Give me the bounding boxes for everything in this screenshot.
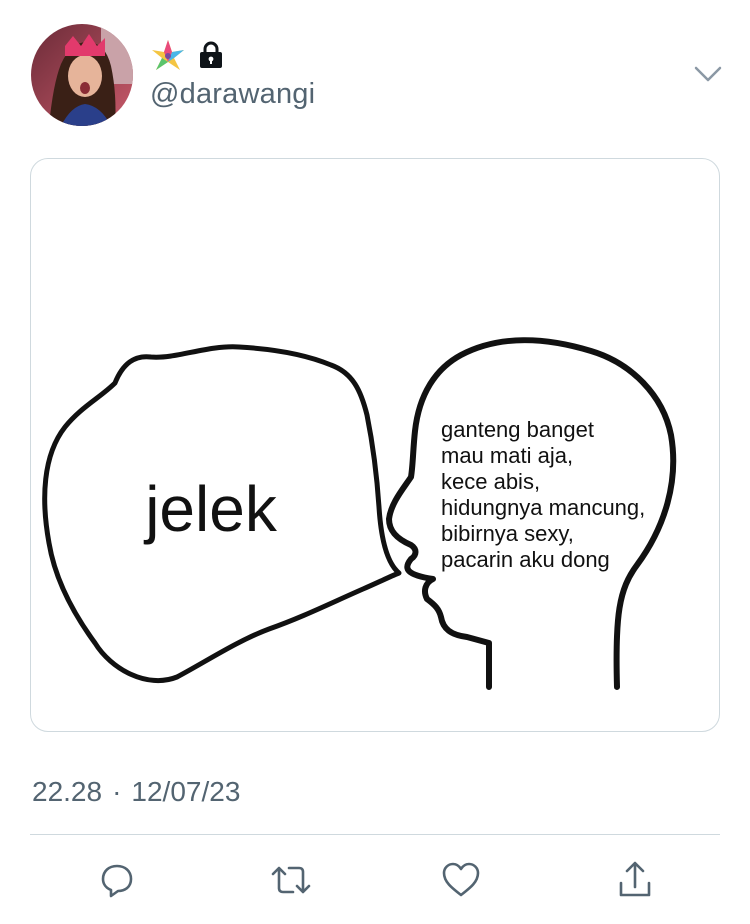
avatar[interactable] xyxy=(31,24,133,126)
divider xyxy=(30,834,720,835)
thought-line: kece abis, xyxy=(441,469,540,494)
reply-icon[interactable] xyxy=(92,855,142,905)
thought-line: bibirnya sexy, xyxy=(441,521,574,546)
action-bar xyxy=(0,855,750,905)
tweet-time: 22.28 xyxy=(32,776,103,807)
chevron-down-icon[interactable] xyxy=(690,60,726,90)
user-badges xyxy=(150,38,224,77)
meme-image: jelek ganteng banget mau mati aja, kece … xyxy=(42,337,677,690)
thought-line: hidungnya mancung, xyxy=(441,495,645,520)
thought-line: ganteng banget xyxy=(441,417,594,442)
tweet-media[interactable]: jelek ganteng banget mau mati aja, kece … xyxy=(30,158,720,732)
tweet-timestamp[interactable]: 22.28 · 12/07/23 xyxy=(32,776,240,808)
retweet-icon[interactable] xyxy=(266,855,316,905)
thought-line: pacarin aku dong xyxy=(441,547,610,572)
author-handle[interactable]: @darawangi xyxy=(150,78,315,111)
thought-text: ganteng banget mau mati aja, kece abis, … xyxy=(441,417,651,572)
lock-icon xyxy=(198,41,224,74)
share-icon[interactable] xyxy=(610,855,660,905)
thought-line: mau mati aja, xyxy=(441,443,573,468)
meta-separator: · xyxy=(112,776,122,807)
like-icon[interactable] xyxy=(436,855,486,905)
tweet-date: 12/07/23 xyxy=(131,776,241,807)
pinwheel-emoji-icon xyxy=(150,38,186,77)
speech-text: jelek xyxy=(143,473,278,545)
